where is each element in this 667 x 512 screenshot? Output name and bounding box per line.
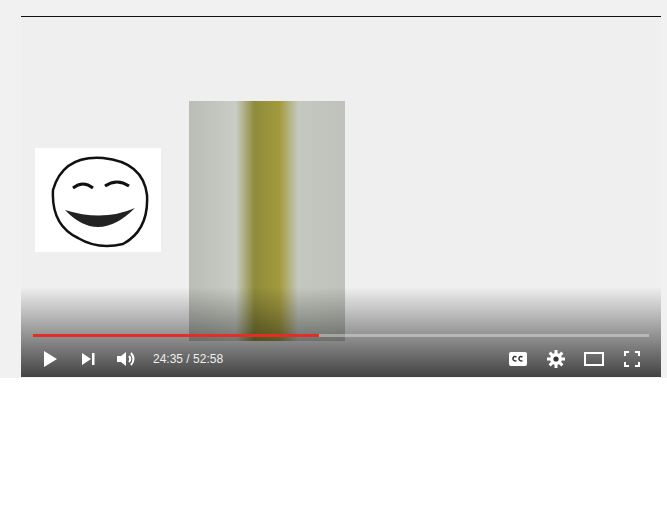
progress-bar[interactable]: [33, 334, 649, 337]
troll-face-picture: [35, 148, 161, 252]
progress-fill: [33, 334, 319, 337]
next-icon[interactable]: [71, 345, 105, 373]
player-controls: 24:35 / 52:58: [21, 334, 661, 377]
settings-gear-icon[interactable]: [539, 345, 573, 373]
captions-icon[interactable]: [501, 345, 535, 373]
volume-icon[interactable]: [109, 345, 143, 373]
player-area: 24:35 / 52:58: [0, 0, 667, 378]
theater-mode-icon[interactable]: [577, 345, 611, 373]
play-icon[interactable]: [33, 345, 67, 373]
fullscreen-icon[interactable]: [615, 345, 649, 373]
video-player[interactable]: 24:35 / 52:58: [21, 16, 661, 377]
controls-shade: [21, 287, 661, 377]
time-display: 24:35 / 52:58: [147, 352, 223, 366]
control-row: 24:35 / 52:58: [33, 345, 649, 373]
